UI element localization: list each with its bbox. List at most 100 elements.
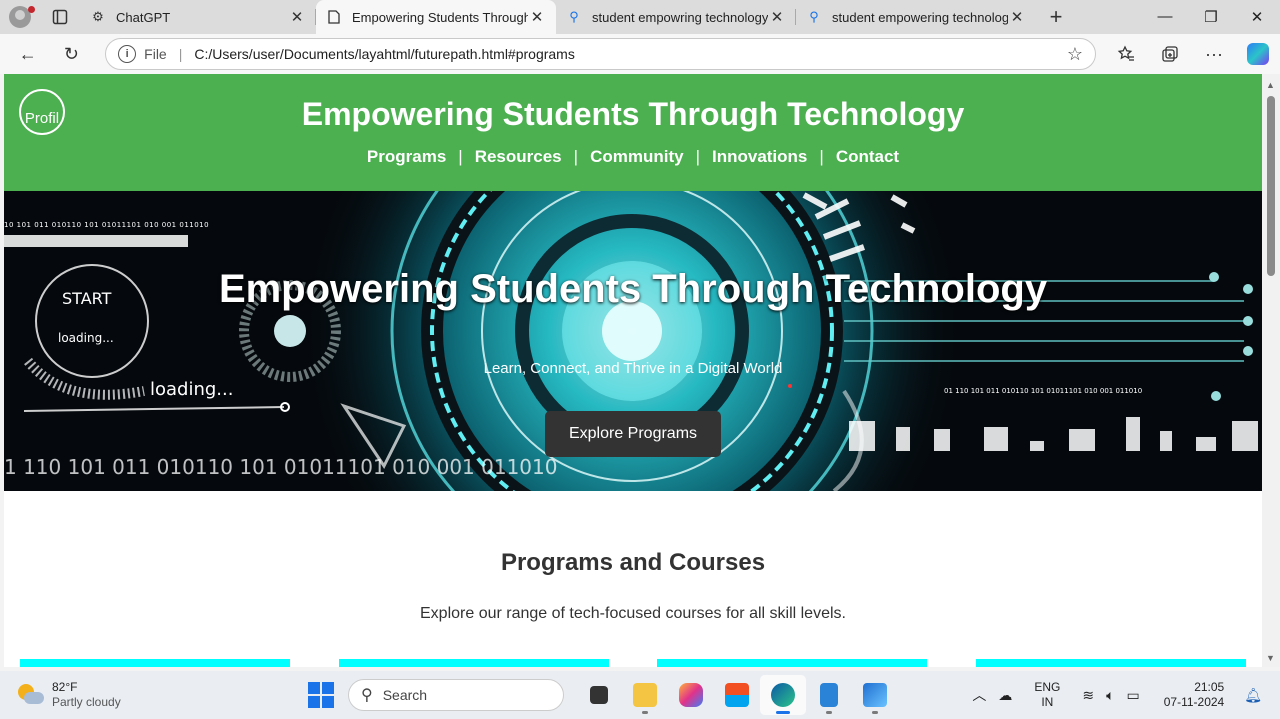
tab-title: Empowering Students Through Te xyxy=(352,9,528,25)
file-label: File xyxy=(144,46,167,62)
explore-programs-button[interactable]: Explore Programs xyxy=(544,411,722,457)
tab-title: student empowering technology te xyxy=(832,9,1008,25)
nav-separator: | xyxy=(458,147,463,166)
copilot-app-button[interactable] xyxy=(668,675,714,715)
scroll-up-icon[interactable]: ▲ xyxy=(1266,80,1275,90)
file-explorer-button[interactable] xyxy=(622,675,668,715)
refresh-button[interactable]: ↻ xyxy=(50,34,94,74)
close-window-button[interactable]: ✕ xyxy=(1234,8,1280,26)
program-card[interactable] xyxy=(338,659,609,667)
logo-alt-text: Profil xyxy=(24,110,60,127)
program-card[interactable] xyxy=(20,659,290,667)
window-controls: — ❐ ✕ xyxy=(1142,8,1280,26)
notification-bell-icon[interactable]: 🔔︎ xyxy=(1244,687,1262,704)
favorites-icon xyxy=(1117,45,1134,61)
onedrive-icon[interactable]: ☁ xyxy=(998,687,1012,704)
collections-button[interactable] xyxy=(1148,34,1192,74)
task-view-button[interactable] xyxy=(576,675,622,715)
clock-time: 21:05 xyxy=(1194,680,1225,694)
language-indicator[interactable]: ENG IN xyxy=(1034,680,1060,710)
programs-description: Explore our range of tech-focused course… xyxy=(420,605,846,622)
close-tab-icon[interactable]: ✕ xyxy=(1008,8,1026,26)
windows-taskbar: 82°F Partly cloudy ⚲ Search ︿ ☁ ENG IN ≋… xyxy=(0,671,1280,719)
new-tab-button[interactable]: + xyxy=(1036,4,1076,30)
address-toolbar: ← ↻ i File | C:/Users/user/Documents/lay… xyxy=(0,34,1280,74)
weather-temp: 82°F xyxy=(52,680,78,694)
clock-date: 07-11-2024 xyxy=(1163,695,1225,709)
minimize-button[interactable]: — xyxy=(1142,8,1188,26)
nav-community[interactable]: Community xyxy=(590,147,684,166)
tab-actions-button[interactable] xyxy=(40,0,80,34)
page-icon xyxy=(326,9,342,25)
tab-strip: ⚙ ChatGPT ✕ Empowering Students Through … xyxy=(0,0,1280,34)
edge-button[interactable] xyxy=(760,675,806,715)
lang-line-1: ENG xyxy=(1034,680,1061,694)
favorite-star-icon[interactable]: ☆ xyxy=(1067,44,1083,65)
back-button[interactable]: ← xyxy=(6,34,50,74)
show-hidden-icons-icon[interactable]: ︿ xyxy=(972,685,986,705)
site-info-icon[interactable]: i xyxy=(118,45,137,63)
hero-subtitle: Learn, Connect, and Thrive in a Digital … xyxy=(483,360,783,377)
restore-button[interactable]: ❐ xyxy=(1188,8,1234,26)
close-tab-icon[interactable]: ✕ xyxy=(288,8,306,26)
nav-programs[interactable]: Programs xyxy=(367,147,446,166)
collections-icon xyxy=(1162,46,1178,62)
address-bar[interactable]: i File | C:/Users/user/Documents/layahtm… xyxy=(105,38,1096,70)
volume-icon[interactable]: 🔈︎ xyxy=(1106,687,1114,704)
tab-futurepath[interactable]: Empowering Students Through Te ✕ xyxy=(316,0,556,34)
photos-button[interactable] xyxy=(852,675,898,715)
program-card[interactable] xyxy=(657,659,928,667)
tab-search-1[interactable]: ⚲ student empowring technology s ✕ xyxy=(556,0,796,34)
profile-logo: Profil xyxy=(19,89,65,135)
store-button[interactable] xyxy=(714,675,760,715)
page-viewport: Profil Empowering Students Through Techn… xyxy=(4,74,1262,667)
program-cards xyxy=(20,659,1246,667)
page-scrollbar[interactable]: ▲ ▼ xyxy=(1262,74,1280,667)
site-header: Profil Empowering Students Through Techn… xyxy=(4,74,1262,191)
partly-cloudy-icon xyxy=(18,684,44,706)
nav-separator: | xyxy=(695,147,700,166)
clock[interactable]: 21:05 07-11-2024 xyxy=(1164,680,1225,710)
search-icon: ⚲ xyxy=(569,9,579,24)
battery-icon[interactable]: ▭ xyxy=(1126,687,1139,704)
program-card[interactable] xyxy=(975,659,1246,667)
nav-separator: | xyxy=(573,147,579,166)
tab-search-2[interactable]: ⚲ student empowering technology te ✕ xyxy=(796,0,1036,34)
weather-desc: Partly cloudy xyxy=(52,695,121,709)
chatgpt-icon: ⚙ xyxy=(92,9,104,24)
scroll-thumb[interactable] xyxy=(1267,96,1275,276)
close-tab-icon[interactable]: ✕ xyxy=(528,8,546,26)
site-title: Empowering Students Through Technology xyxy=(301,96,965,132)
tab-chatgpt[interactable]: ⚙ ChatGPT ✕ xyxy=(80,0,316,34)
taskbar-search[interactable]: ⚲ Search xyxy=(348,679,564,711)
deco-loading-small: loading... xyxy=(58,331,114,345)
hero-title: Empowering Students Through Technology xyxy=(218,267,1048,311)
nav-contact[interactable]: Contact xyxy=(836,147,899,166)
more-menu-button[interactable]: ··· xyxy=(1192,34,1236,74)
copilot-button[interactable] xyxy=(1236,34,1280,74)
system-tray: ︿ ☁ ENG IN ≋ 🔈︎ ▭ 21:05 07-11-2024 🔔︎ xyxy=(966,680,1280,710)
copilot-app-icon xyxy=(679,683,703,707)
profile-button[interactable] xyxy=(0,0,40,34)
deco-binary-large: 1 110 101 011 010110 101 01011101 010 00… xyxy=(4,455,558,479)
close-tab-icon[interactable]: ✕ xyxy=(768,8,786,26)
search-placeholder: Search xyxy=(382,687,428,703)
hero-banner: 10 101 011 010110 101 01011101 010 001 0… xyxy=(4,191,1262,491)
notepad-button[interactable] xyxy=(806,675,852,715)
wifi-icon[interactable]: ≋ xyxy=(1082,687,1094,704)
search-icon: ⚲ xyxy=(361,687,373,704)
scroll-down-icon[interactable]: ▼ xyxy=(1266,653,1275,663)
nav-separator: | xyxy=(819,147,824,166)
nav-innovations[interactable]: Innovations xyxy=(712,147,807,166)
weather-widget[interactable]: 82°F Partly cloudy xyxy=(0,680,300,710)
notification-dot-icon xyxy=(28,6,35,13)
programs-section: Programs and Courses Explore our range o… xyxy=(4,491,1262,623)
start-button[interactable] xyxy=(308,682,334,708)
tab-actions-icon xyxy=(52,9,68,25)
divider: | xyxy=(178,46,183,62)
favorites-button[interactable] xyxy=(1104,34,1148,74)
tab-title: ChatGPT xyxy=(116,9,171,25)
nav-resources[interactable]: Resources xyxy=(475,147,562,166)
lang-line-2: IN xyxy=(1041,695,1054,709)
url-text[interactable]: C:/Users/user/Documents/layahtml/futurep… xyxy=(194,46,1066,62)
